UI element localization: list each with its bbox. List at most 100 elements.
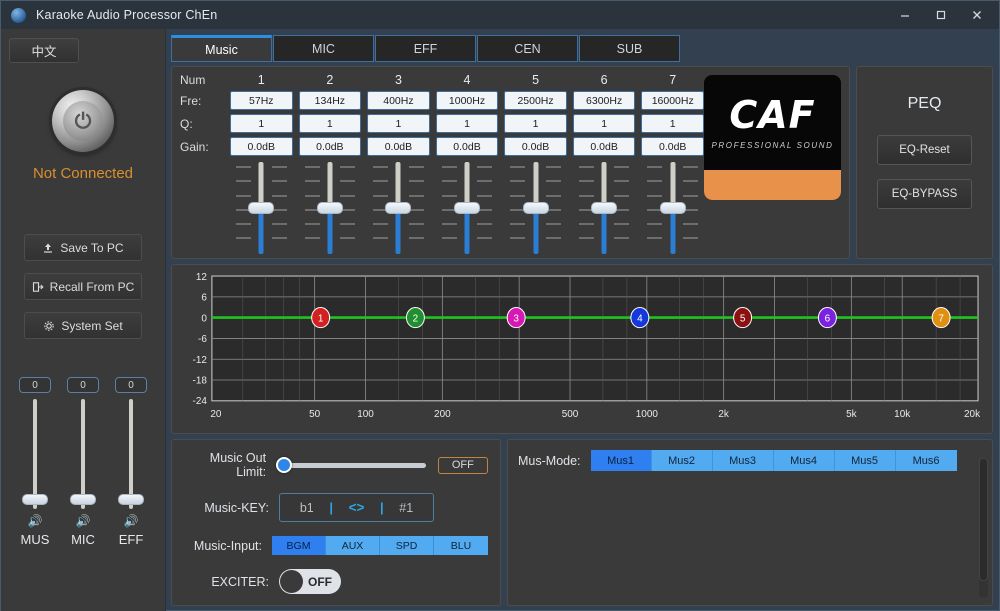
eq-band-3-slider-handle[interactable] — [385, 202, 412, 214]
eq-band-4-gain-slider[interactable] — [436, 162, 499, 254]
fader-track-line — [33, 399, 37, 509]
eq-band-2-gain-input[interactable]: 0.0dB — [298, 137, 362, 156]
eq-band-5-gain-slider[interactable] — [504, 162, 567, 254]
mus-mode-2[interactable]: Mus2 — [651, 450, 713, 471]
fader-mus-value[interactable]: 0 — [19, 377, 51, 393]
fader-mic-handle[interactable] — [70, 494, 96, 505]
fader-eff-value[interactable]: 0 — [115, 377, 147, 393]
music-key-separator-right: | — [380, 500, 384, 515]
fader-mus-slider[interactable] — [22, 399, 48, 509]
eq-band-1-gain-slider[interactable] — [230, 162, 293, 254]
eq-band-3-freq-input[interactable]: 400Hz — [367, 91, 430, 110]
eq-band-7-q-input[interactable]: 1 — [641, 114, 704, 133]
fader-mic-slider[interactable] — [70, 399, 96, 509]
svg-text:-6: -6 — [198, 334, 207, 345]
music-input-aux[interactable]: AUX — [326, 536, 380, 555]
svg-text:1: 1 — [318, 313, 324, 324]
eq-band-7-freq-input[interactable]: 16000Hz — [641, 91, 704, 110]
eq-band-2-gain-slider[interactable] — [299, 162, 362, 254]
music-out-limit-slider[interactable] — [276, 457, 426, 473]
recall-from-pc-button[interactable]: Recall From PC — [24, 273, 142, 300]
eq-band-2-q-input[interactable]: 1 — [298, 114, 362, 133]
eq-band-6-freq-input[interactable]: 6300Hz — [572, 91, 636, 110]
tab-music[interactable]: Music — [171, 35, 272, 62]
eq-band-4-q-input[interactable]: 1 — [435, 114, 499, 133]
eq-band-5-gain-input[interactable]: 0.0dB — [504, 137, 567, 156]
eq-band-6-gain-slider[interactable] — [573, 162, 636, 254]
eq-band-3-gain-input[interactable]: 0.0dB — [367, 137, 430, 156]
eq-band-3-q-input[interactable]: 1 — [367, 114, 430, 133]
sidebar: 中文 ⏻ Not Connected Save To PC Recall Fro… — [1, 29, 166, 611]
peq-title: PEQ — [907, 95, 942, 112]
eq-band-2-slider-handle[interactable] — [316, 202, 343, 214]
eq-band-1-q-input[interactable]: 1 — [230, 114, 293, 133]
music-input-blu[interactable]: BLU — [434, 536, 488, 555]
system-set-label: System Set — [61, 318, 123, 333]
eq-band-5-freq-input[interactable]: 2500Hz — [504, 91, 567, 110]
eq-reset-button[interactable]: EQ-Reset — [877, 135, 972, 165]
tab-cen[interactable]: CEN — [477, 35, 578, 62]
tab-sub[interactable]: SUB — [579, 35, 680, 62]
save-to-pc-button[interactable]: Save To PC — [24, 234, 142, 261]
eq-band-7-gain-input[interactable]: 0.0dB — [641, 137, 704, 156]
mus-mode-1[interactable]: Mus1 — [590, 450, 652, 471]
eq-band-4-freq-input[interactable]: 1000Hz — [435, 91, 499, 110]
eq-band-5-slider-handle[interactable] — [522, 202, 549, 214]
tab-mic[interactable]: MIC — [273, 35, 374, 62]
eq-response-graph[interactable]: 12 6 0 -6 -12 -18 -24 20 50 100 200 500 … — [176, 270, 986, 431]
music-out-limit-state[interactable]: OFF — [437, 456, 488, 474]
power-icon: ⏻ — [63, 101, 103, 141]
eq-band-7-slider-handle[interactable] — [659, 202, 686, 214]
mus-mode-scrollbar[interactable] — [979, 458, 988, 598]
speaker-icon[interactable]: 🔊 — [76, 515, 91, 527]
system-set-button[interactable]: System Set — [24, 312, 142, 339]
exciter-state: OFF — [308, 574, 332, 589]
svg-text:6: 6 — [825, 313, 831, 324]
eq-band-6-slider-handle[interactable] — [591, 202, 618, 214]
music-key-up[interactable]: #1 — [399, 501, 413, 515]
eq-band-4-slider-handle[interactable] — [453, 202, 480, 214]
close-button[interactable] — [959, 1, 995, 29]
language-toggle-button[interactable]: 中文 — [9, 38, 79, 63]
minimize-button[interactable] — [887, 1, 923, 29]
eq-band-3-gain-slider[interactable] — [367, 162, 430, 254]
svg-text:0: 0 — [201, 313, 207, 324]
eq-band-6-q-input[interactable]: 1 — [572, 114, 636, 133]
eq-band-1-gain-input[interactable]: 0.0dB — [230, 137, 293, 156]
music-key-label: Music-KEY: — [204, 500, 269, 515]
fader-eff-handle[interactable] — [118, 494, 144, 505]
eq-band-2-freq-input[interactable]: 134Hz — [298, 91, 362, 110]
tab-eff[interactable]: EFF — [375, 35, 476, 62]
music-key-control[interactable]: b1 | <> | #1 — [279, 493, 434, 522]
eq-band-3-num: 3 — [394, 73, 402, 87]
music-input-bgm[interactable]: BGM — [272, 536, 326, 555]
music-key-down[interactable]: b1 — [300, 501, 314, 515]
eq-band-1-slider-handle[interactable] — [248, 202, 275, 214]
bottom-section: Music Out Limit: OFF Music-KEY: b1 | <> — [171, 439, 993, 606]
eq-band-controls: Num 1 2 3 4 5 6 7 Fre: 57Hz 134Hz 400Hz — [180, 73, 704, 254]
fader-mus-handle[interactable] — [22, 494, 48, 505]
power-button[interactable]: ⏻ — [52, 90, 114, 152]
recall-from-pc-label: Recall From PC — [49, 279, 135, 294]
svg-text:5k: 5k — [846, 409, 858, 420]
mus-mode-6[interactable]: Mus6 — [895, 450, 957, 471]
mus-mode-scrollbar-thumb[interactable] — [979, 458, 988, 582]
fader-eff-slider[interactable] — [118, 399, 144, 509]
music-input-spd[interactable]: SPD — [380, 536, 434, 555]
eq-band-6-gain-input[interactable]: 0.0dB — [572, 137, 636, 156]
music-out-limit-handle[interactable] — [276, 457, 293, 473]
music-key-reset[interactable]: <> — [349, 500, 365, 515]
maximize-button[interactable] — [923, 1, 959, 29]
eq-band-7-gain-slider[interactable] — [641, 162, 704, 254]
eq-band-5-q-input[interactable]: 1 — [504, 114, 567, 133]
eq-band-4-gain-input[interactable]: 0.0dB — [435, 137, 499, 156]
eq-band-1-freq-input[interactable]: 57Hz — [230, 91, 293, 110]
mus-mode-3[interactable]: Mus3 — [712, 450, 774, 471]
eq-bypass-button[interactable]: EQ-BYPASS — [877, 179, 972, 209]
mus-mode-5[interactable]: Mus5 — [834, 450, 896, 471]
mus-mode-4[interactable]: Mus4 — [773, 450, 835, 471]
speaker-icon[interactable]: 🔊 — [124, 515, 139, 527]
fader-mic-value[interactable]: 0 — [67, 377, 99, 393]
speaker-icon[interactable]: 🔊 — [28, 515, 43, 527]
exciter-toggle[interactable]: OFF — [279, 569, 341, 594]
